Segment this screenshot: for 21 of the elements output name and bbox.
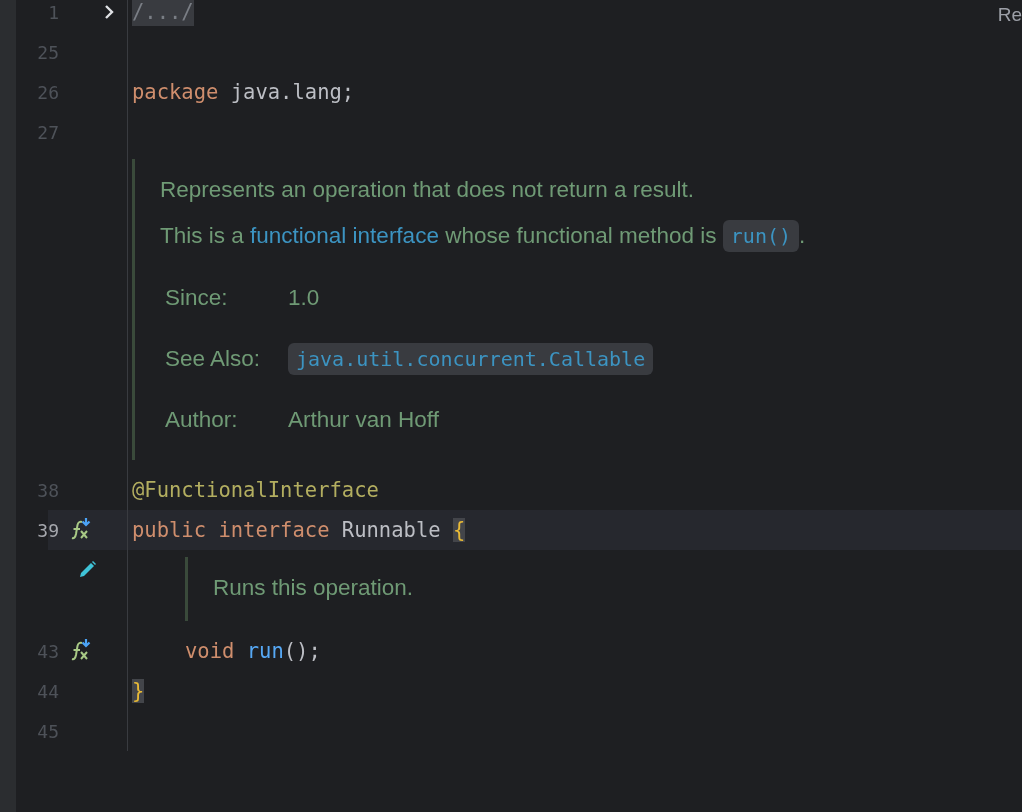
- override-marker-icon[interactable]: [69, 518, 93, 542]
- doc-text: Represents an operation that does not return a result.: [160, 176, 696, 204]
- doc-text: Runs this operation.: [213, 574, 415, 602]
- doc-tag-label: Author:: [165, 406, 239, 434]
- doc-link[interactable]: functional interface: [250, 223, 439, 248]
- doc-text: This is a functional interface whose functional method is run() .: [160, 213, 1022, 259]
- doc-tag-label: Since:: [165, 284, 229, 312]
- code-line: public interface Runnable {: [132, 518, 466, 542]
- override-marker-icon[interactable]: [69, 639, 93, 663]
- code-line: @FunctionalInterface: [132, 478, 379, 502]
- doc-tag-label: See Also:: [165, 345, 262, 373]
- code-link[interactable]: java.util.concurrent.Callable: [288, 343, 654, 375]
- code-line: void run();: [185, 639, 321, 663]
- doc-tag-value: Arthur van Hoff: [288, 407, 439, 432]
- code-line: package java.lang;: [132, 80, 355, 104]
- corner-label[interactable]: Re: [997, 4, 1022, 26]
- code-link[interactable]: run(): [722, 220, 800, 252]
- pencil-icon[interactable]: [78, 560, 97, 579]
- doc-tag-value: 1.0: [288, 285, 320, 310]
- line-number: 39: [37, 519, 59, 541]
- chevron-icon[interactable]: [104, 4, 115, 20]
